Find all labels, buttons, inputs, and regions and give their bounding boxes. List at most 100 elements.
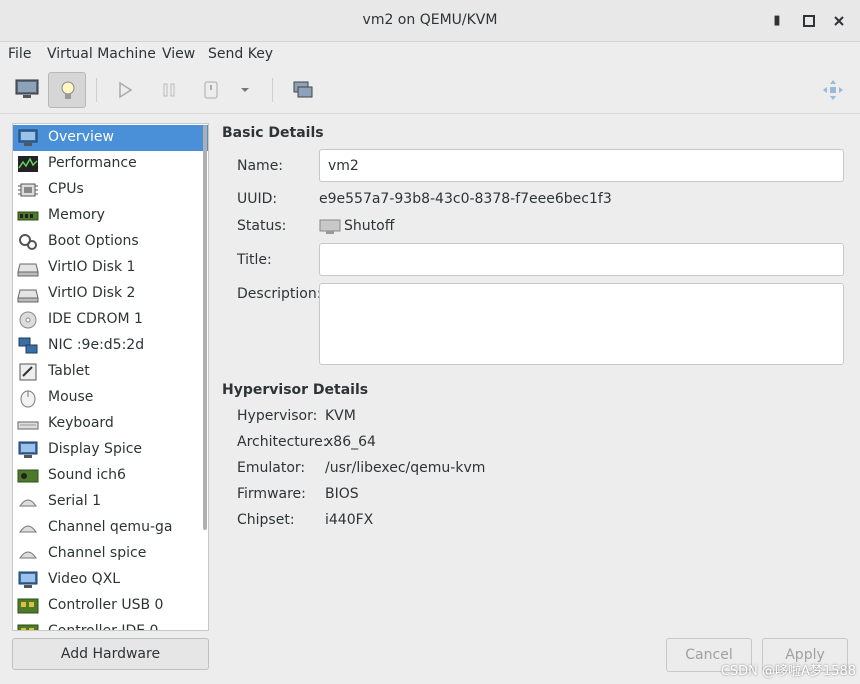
hypervisor-row-label: Emulator: <box>237 460 306 476</box>
sidebar-item-mouse[interactable]: Mouse <box>13 385 208 411</box>
run-button[interactable] <box>106 72 144 108</box>
sound-icon <box>17 466 39 486</box>
description-textarea[interactable] <box>320 284 843 364</box>
window-title: vm2 on QEMU/KVM <box>362 12 498 28</box>
sidebar-item-label: Channel spice <box>48 545 147 561</box>
uuid-value: e9e557a7-93b8-43c0-8378-f7eee6bec1f3 <box>319 191 612 207</box>
hypervisor-row-label: Firmware: <box>237 486 306 502</box>
maximize-icon[interactable] <box>800 12 818 30</box>
status-value: Shutoff <box>344 218 395 234</box>
serial-icon <box>17 492 39 512</box>
name-label: Name: <box>237 158 284 174</box>
fullscreen-button[interactable] <box>284 72 322 108</box>
toolbar-separator <box>272 78 273 102</box>
sidebar-item-performance[interactable]: Performance <box>13 151 208 177</box>
sidebar-item-tablet[interactable]: Tablet <box>13 359 208 385</box>
menu-file[interactable]: File <box>8 46 31 62</box>
shutoff-icon <box>319 219 341 234</box>
sidebar-item-display-spice[interactable]: Display Spice <box>13 437 208 463</box>
pause-button[interactable] <box>150 72 188 108</box>
sidebar-item-nic-9e-d5-2d[interactable]: NIC :9e:d5:2d <box>13 333 208 359</box>
sidebar-item-keyboard[interactable]: Keyboard <box>13 411 208 437</box>
sidebar-item-virtio-disk-2[interactable]: VirtIO Disk 2 <box>13 281 208 307</box>
toolbar <box>0 68 860 114</box>
add-hardware-button[interactable]: Add Hardware <box>12 638 209 670</box>
disk-icon <box>17 284 39 304</box>
sidebar-item-controller-usb-0[interactable]: Controller USB 0 <box>13 593 208 619</box>
display-icon <box>17 440 39 460</box>
sidebar-item-ide-cdrom-1[interactable]: IDE CDROM 1 <box>13 307 208 333</box>
sidebar-item-label: NIC :9e:d5:2d <box>48 337 145 353</box>
sidebar-item-label: Serial 1 <box>48 493 101 509</box>
lightbulb-icon <box>61 81 75 99</box>
window-titlebar: vm2 on QEMU/KVM ▮ <box>0 0 860 42</box>
controller-icon <box>17 596 39 616</box>
sidebar-item-serial-1[interactable]: Serial 1 <box>13 489 208 515</box>
cdrom-icon <box>17 310 39 330</box>
sidebar-item-channel-qemu-ga[interactable]: Channel qemu-ga <box>13 515 208 541</box>
close-icon[interactable] <box>830 12 848 30</box>
console-button[interactable] <box>8 72 46 108</box>
resize-to-vm-button[interactable] <box>814 72 852 108</box>
menu-view[interactable]: View <box>162 46 195 62</box>
name-field[interactable] <box>319 149 844 182</box>
channel-icon <box>17 544 39 564</box>
sidebar-item-cpus[interactable]: CPUs <box>13 177 208 203</box>
boot-options-icon <box>17 232 39 252</box>
shutdown-button[interactable] <box>192 72 230 108</box>
hypervisor-row-value: i440FX <box>325 512 374 528</box>
hardware-list-scrollbar[interactable] <box>203 125 207 530</box>
snapshot-icon <box>293 81 313 98</box>
sidebar-item-label: Display Spice <box>48 441 143 457</box>
status-label: Status: <box>237 218 287 234</box>
menu-send-key[interactable]: Send Key <box>208 46 273 62</box>
chevron-down-icon <box>241 88 249 92</box>
sidebar-item-sound-ich6[interactable]: Sound ich6 <box>13 463 208 489</box>
hypervisor-row-value: x86_64 <box>325 434 376 450</box>
hardware-list[interactable]: Overview Performance CPUs Memory Boot Option… <box>12 123 209 631</box>
title-input[interactable] <box>320 244 843 275</box>
hypervisor-row-value: /usr/libexec/qemu-kvm <box>325 460 486 476</box>
sidebar-item-label: Sound ich6 <box>48 467 126 483</box>
description-field[interactable] <box>319 283 844 365</box>
sidebar-item-label: VirtIO Disk 2 <box>48 285 136 301</box>
sidebar-item-label: Channel qemu-ga <box>48 519 173 535</box>
mouse-icon <box>17 388 39 408</box>
hypervisor-row-label: Hypervisor: <box>237 408 318 424</box>
keyboard-icon <box>17 414 39 434</box>
hypervisor-details-title: Hypervisor Details <box>222 382 369 398</box>
minimize-icon[interactable]: ▮ <box>768 12 786 30</box>
cpu-icon <box>17 180 39 200</box>
sidebar-item-label: Controller USB 0 <box>48 597 164 613</box>
details-button[interactable] <box>48 72 86 108</box>
sidebar-item-channel-spice[interactable]: Channel spice <box>13 541 208 567</box>
sidebar-item-label: IDE CDROM 1 <box>48 311 143 327</box>
tablet-icon <box>17 362 39 382</box>
sidebar-item-memory[interactable]: Memory <box>13 203 208 229</box>
sidebar-item-video-qxl[interactable]: Video QXL <box>13 567 208 593</box>
sidebar-item-label: CPUs <box>48 181 84 197</box>
sidebar-item-controller-ide-0[interactable]: Controller IDE 0 <box>13 619 208 630</box>
sidebar-item-label: Memory <box>48 207 105 223</box>
name-input[interactable] <box>320 150 843 181</box>
toolbar-separator <box>96 78 97 102</box>
channel-icon <box>17 518 39 538</box>
shutdown-menu-button[interactable] <box>232 72 258 108</box>
sidebar-item-overview[interactable]: Overview <box>13 125 208 151</box>
hypervisor-row-label: Chipset: <box>237 512 295 528</box>
title-label: Title: <box>237 252 272 268</box>
watermark: CSDN @哆啦A梦1588 <box>720 664 856 679</box>
sidebar-item-virtio-disk-1[interactable]: VirtIO Disk 1 <box>13 255 208 281</box>
disk-icon <box>17 258 39 278</box>
hypervisor-row-label: Architecture: <box>237 434 328 450</box>
sidebar-item-boot-options[interactable]: Boot Options <box>13 229 208 255</box>
sidebar-item-label: Tablet <box>48 363 90 379</box>
sidebar-item-label: VirtIO Disk 1 <box>48 259 136 275</box>
power-icon <box>204 81 218 99</box>
monitor-icon <box>15 79 39 98</box>
title-field[interactable] <box>319 243 844 276</box>
pause-icon <box>163 83 175 97</box>
menu-virtual-machine[interactable]: Virtual Machine <box>47 46 156 62</box>
hypervisor-row-value: KVM <box>325 408 356 424</box>
controller-icon <box>17 622 39 630</box>
